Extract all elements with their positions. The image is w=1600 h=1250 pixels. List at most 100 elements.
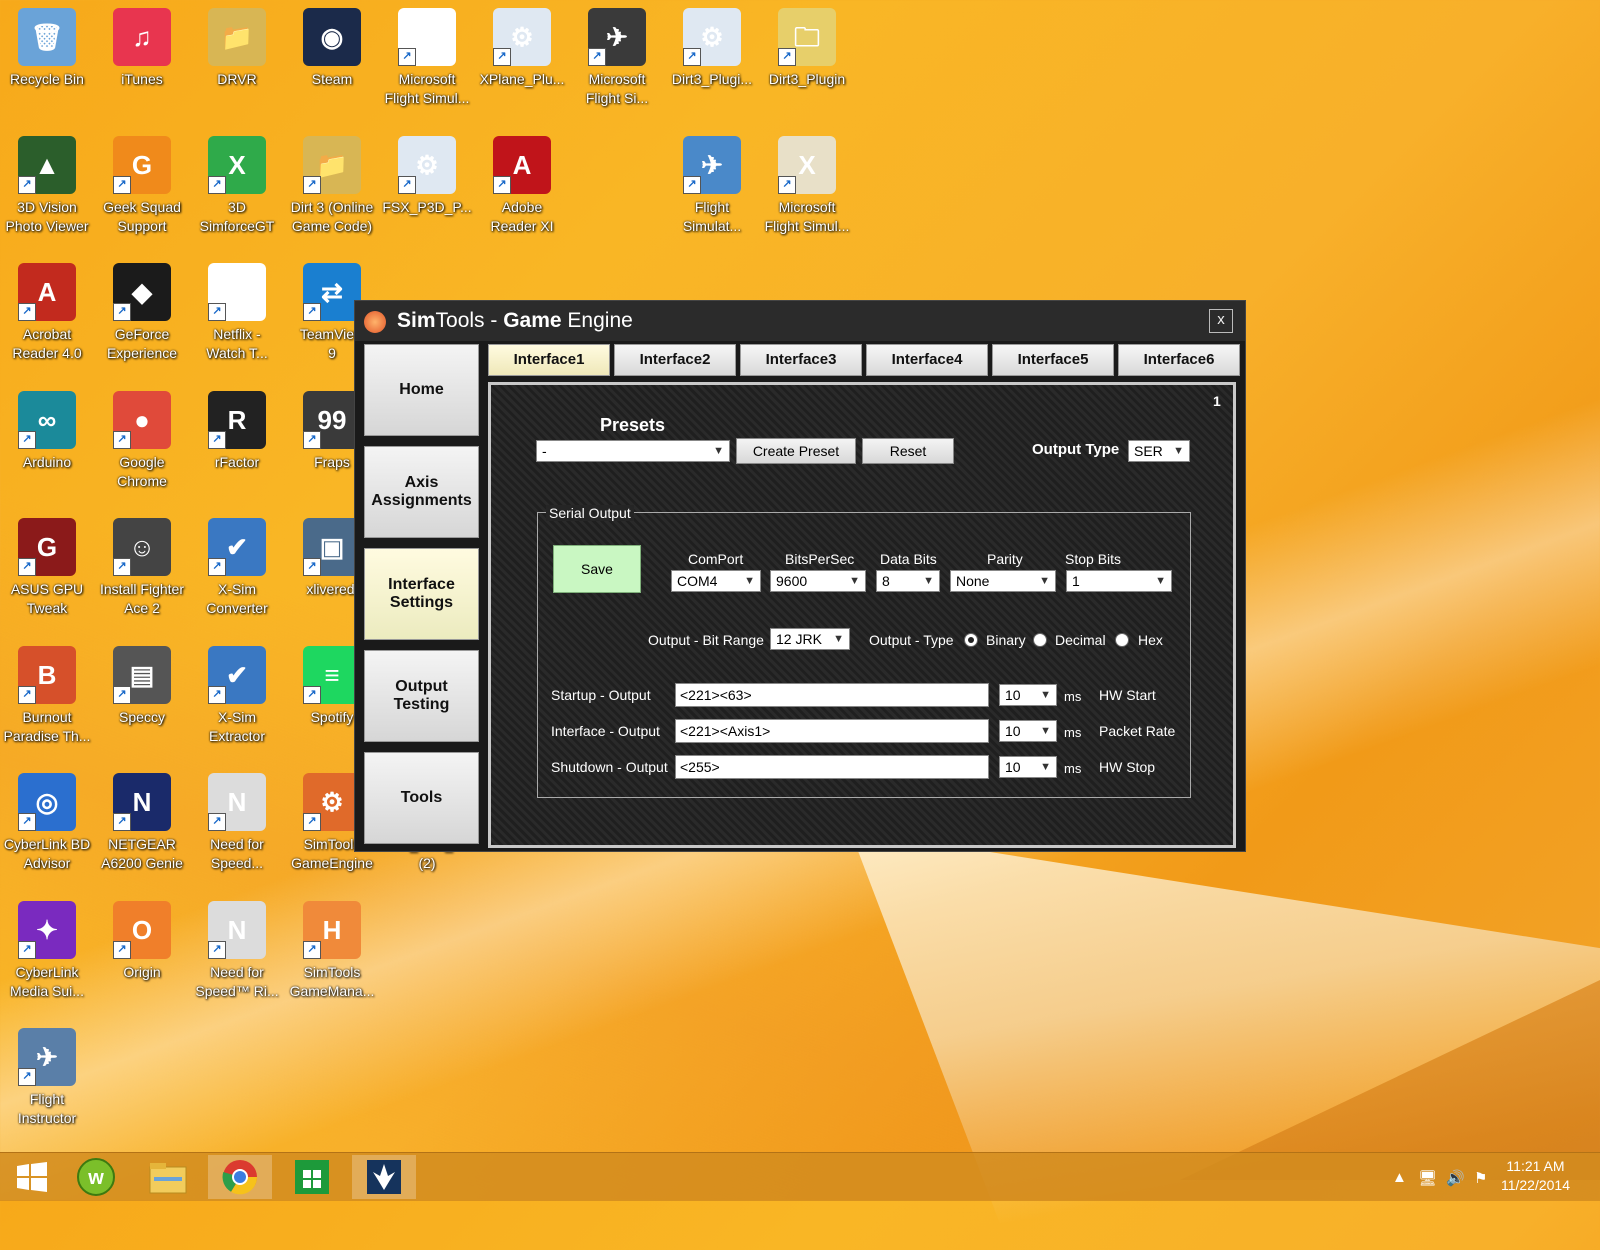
desktop-icon-label: Google Chrome xyxy=(117,453,167,489)
desktop-icon[interactable]: X ↗ Microsoft Flight Simul... xyxy=(760,130,854,248)
app-icon: ✈ ↗ xyxy=(588,8,646,66)
desktop-icon[interactable]: N ↗ Need for Speed... xyxy=(190,767,284,885)
nav-tools-button[interactable]: Tools xyxy=(364,752,479,844)
desktop-icon[interactable]: ✔ ↗ X-Sim Extractor xyxy=(190,640,284,758)
desktop-icon[interactable]: ● ↗ Google Chrome xyxy=(95,385,189,503)
tab-interface3[interactable]: Interface3 xyxy=(740,344,862,376)
close-button[interactable]: x xyxy=(1209,309,1233,333)
speaker-icon[interactable]: 🔊 xyxy=(1446,1169,1465,1187)
shutdown-ms-select[interactable]: 10 ▼ xyxy=(999,756,1057,778)
shortcut-arrow-icon: ↗ xyxy=(208,813,226,831)
desktop-icon[interactable]: N ↗ Need for Speed™ Ri... xyxy=(190,895,284,1013)
tab-interface2[interactable]: Interface2 xyxy=(614,344,736,376)
desktop-icon[interactable]: 🗀 ↗ Dirt3_Plugin xyxy=(760,2,854,120)
nav-interface-settings-button[interactable]: Interface Settings xyxy=(364,548,479,640)
desktop-icon[interactable]: ⚙ ↗ FSX_P3D_P... xyxy=(380,130,474,248)
window-titlebar[interactable]: SimTools - Game Engine x xyxy=(355,301,1245,341)
app-icon: ◆ ↗ xyxy=(113,263,171,321)
taskbar-chrome[interactable] xyxy=(208,1155,272,1199)
presets-select[interactable]: - ▼ xyxy=(536,440,730,462)
chevron-up-icon[interactable]: ▲ xyxy=(1392,1169,1407,1186)
desktop-icon[interactable]: ▲ ↗ 3D Vision Photo Viewer xyxy=(0,130,94,248)
desktop-icon[interactable]: ⚙ ↗ Dirt3_Plugi... xyxy=(665,2,759,120)
tab-interface6[interactable]: Interface6 xyxy=(1118,344,1240,376)
app-icon: A ↗ xyxy=(18,263,76,321)
taskbar-simtools[interactable] xyxy=(352,1155,416,1199)
desktop-icon[interactable]: ⚙ ↗ XPlane_Plu... xyxy=(475,2,569,120)
clock[interactable]: 11:21 AM 11/22/2014 xyxy=(1501,1157,1570,1195)
shortcut-arrow-icon: ↗ xyxy=(208,303,226,321)
shortcut-arrow-icon: ↗ xyxy=(18,175,36,194)
desktop-icon[interactable]: A ↗ Adobe Reader XI xyxy=(475,130,569,248)
desktop-icon[interactable]: A ↗ Acrobat Reader 4.0 xyxy=(0,257,94,375)
chevron-down-icon: ▼ xyxy=(713,445,724,457)
app-icon: ▲ ↗ xyxy=(18,135,76,194)
desktop-icon[interactable]: ◆ ↗ GeForce Experience xyxy=(95,257,189,375)
comport-select[interactable]: COM4 ▼ xyxy=(671,570,761,592)
desktop-icon[interactable]: ✔ ↗ X-Sim Converter xyxy=(190,512,284,630)
clock-date: 11/22/2014 xyxy=(1500,1177,1570,1193)
bit-range-select[interactable]: 12 JRK ▼ xyxy=(770,628,850,650)
svg-text:w: w xyxy=(87,1167,104,1189)
desktop-icon[interactable]: N ↗ Netflix - Watch T... xyxy=(190,257,284,375)
parity-select[interactable]: None ▼ xyxy=(950,570,1056,592)
taskbar-file-explorer[interactable] xyxy=(136,1155,200,1199)
app-icon: ✈ ↗ xyxy=(18,1028,76,1086)
hex-radio[interactable] xyxy=(1115,633,1129,647)
nav-axis-assignments-button[interactable]: Axis Assignments xyxy=(364,446,479,538)
stopbits-select[interactable]: 1 ▼ xyxy=(1066,570,1172,592)
nav-output-testing-button[interactable]: Output Testing xyxy=(364,650,479,742)
desktop-icon[interactable]: 🗑 Recycle Bin xyxy=(0,2,94,120)
desktop-icon[interactable]: ✦ ↗ CyberLink Media Sui... xyxy=(0,895,94,1013)
desktop-icon[interactable]: ☺ ↗ Install Fighter Ace 2 xyxy=(95,512,189,630)
save-button[interactable]: Save xyxy=(553,545,641,593)
shortcut-arrow-icon: ↗ xyxy=(113,558,131,576)
tab-interface1[interactable]: Interface1 xyxy=(488,344,610,376)
reset-button[interactable]: Reset xyxy=(862,438,954,464)
desktop-icon[interactable]: ♫ iTunes xyxy=(95,2,189,120)
desktop-icon[interactable]: 📁 DRVR xyxy=(190,2,284,120)
flag-icon[interactable]: ⚑ xyxy=(1474,1169,1487,1187)
app-icon: ↗ xyxy=(398,8,456,66)
desktop-icon[interactable]: G ↗ ASUS GPU Tweak xyxy=(0,512,94,630)
desktop-icon[interactable]: ↗ Microsoft Flight Simul... xyxy=(380,2,474,120)
startup-ms-select[interactable]: 10 ▼ xyxy=(999,684,1057,706)
desktop-icon[interactable]: N ↗ NETGEAR A6200 Genie xyxy=(95,767,189,885)
desktop-icon[interactable]: ✈ ↗ Microsoft Flight Si... xyxy=(570,2,664,120)
desktop-icon[interactable]: ✈ ↗ Flight Simulat... xyxy=(665,130,759,248)
desktop-icon[interactable]: X ↗ 3D SimforceGT xyxy=(190,130,284,248)
desktop-icon[interactable]: ∞ ↗ Arduino xyxy=(0,385,94,503)
bitspersec-select[interactable]: 9600 ▼ xyxy=(770,570,866,592)
decimal-radio[interactable] xyxy=(1033,633,1047,647)
interface-output-input[interactable]: <221><Axis1> xyxy=(675,719,989,743)
taskbar-w-app[interactable]: w xyxy=(64,1155,128,1199)
start-button[interactable] xyxy=(0,1155,64,1199)
startup-output-input[interactable]: <221><63> xyxy=(675,683,989,707)
tab-interface4[interactable]: Interface4 xyxy=(866,344,988,376)
desktop-icon[interactable]: R ↗ rFactor xyxy=(190,385,284,503)
desktop-icon[interactable]: G ↗ Geek Squad Support xyxy=(95,130,189,248)
desktop-icon[interactable]: ▤ ↗ Speccy xyxy=(95,640,189,758)
desktop-icon[interactable]: O ↗ Origin xyxy=(95,895,189,1013)
desktop-icon[interactable]: 📁 ↗ Dirt 3 (Online Game Code) xyxy=(285,130,379,248)
bitspersec-value: 9600 xyxy=(776,573,808,589)
desktop-icon-label: FSX_P3D_P... xyxy=(382,198,472,215)
taskbar-store[interactable] xyxy=(280,1155,344,1199)
databits-select[interactable]: 8 ▼ xyxy=(876,570,940,592)
network-icon[interactable]: 🖥 xyxy=(1418,1169,1437,1187)
desktop-icon[interactable]: ✈ ↗ Flight Instructor xyxy=(0,1022,94,1140)
interface-ms-select[interactable]: 10 ▼ xyxy=(999,720,1057,742)
nav-home-button[interactable]: Home xyxy=(364,344,479,436)
binary-radio[interactable] xyxy=(964,633,978,647)
shutdown-output-input[interactable]: <255> xyxy=(675,755,989,779)
simtools-logo-icon xyxy=(364,311,386,333)
chrome-icon xyxy=(222,1160,258,1195)
desktop-icon[interactable]: ◉ Steam xyxy=(285,2,379,120)
tab-interface5[interactable]: Interface5 xyxy=(992,344,1114,376)
create-preset-button[interactable]: Create Preset xyxy=(736,438,856,464)
desktop-icon[interactable]: B ↗ Burnout Paradise Th... xyxy=(0,640,94,758)
desktop-icon[interactable]: H ↗ SimTools GameMana... xyxy=(285,895,379,1013)
startup-ms-unit: ms xyxy=(1064,689,1082,704)
desktop-icon[interactable]: ◎ ↗ CyberLink BD Advisor xyxy=(0,767,94,885)
output-type-select[interactable]: SER ▼ xyxy=(1128,440,1190,462)
